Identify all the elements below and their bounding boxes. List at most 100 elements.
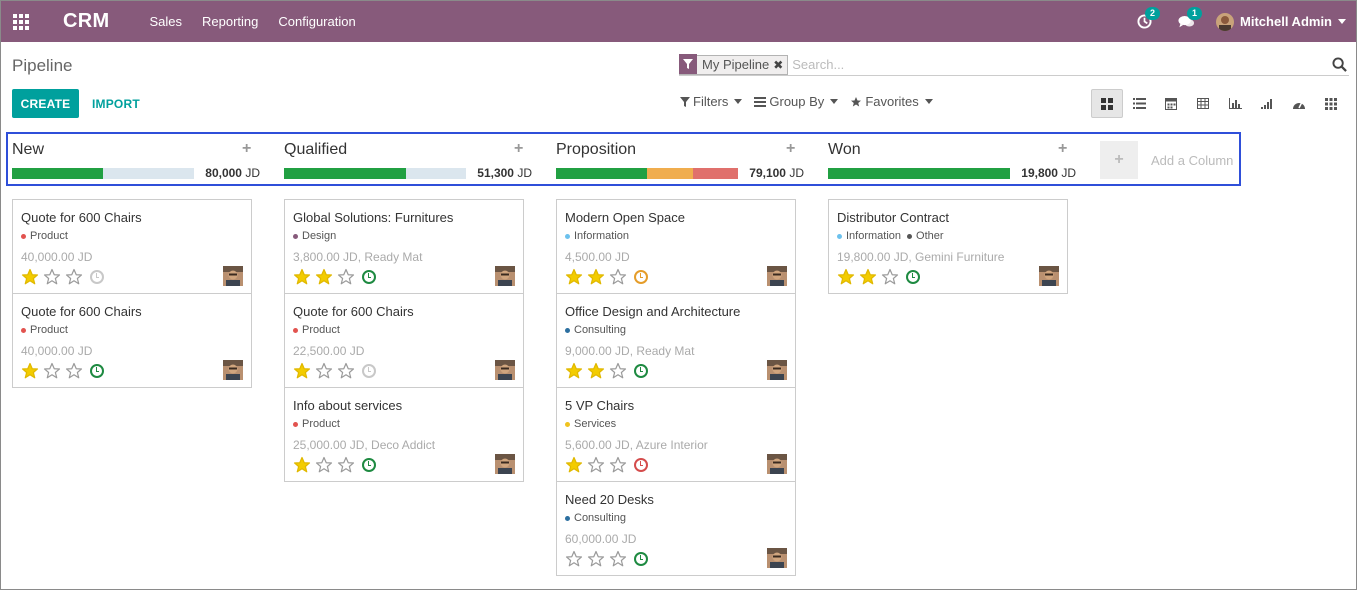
activity-clock-icon[interactable] [362, 458, 376, 472]
column-total-currency: JD [1061, 166, 1076, 180]
card-tags: Information [565, 230, 635, 242]
star-empty-icon[interactable] [43, 362, 61, 380]
progress-segment[interactable] [692, 168, 738, 179]
star-empty-icon[interactable] [315, 362, 333, 380]
star-filled-icon[interactable] [565, 268, 583, 286]
calendar-view-button[interactable] [1155, 89, 1187, 118]
graph-view-button[interactable] [1219, 89, 1251, 118]
quick-create-icon[interactable]: + [1058, 140, 1067, 158]
star-empty-icon[interactable] [65, 362, 83, 380]
menu-sales[interactable]: Sales [149, 14, 182, 29]
progress-segment[interactable] [828, 168, 1010, 179]
card-amount: 22,500.00 JD [293, 344, 365, 358]
avatar [1216, 12, 1235, 31]
column-progress-bar[interactable] [284, 168, 466, 179]
kanban-card[interactable]: Quote for 600 Chairs Product 40,000.00 JD [12, 199, 252, 294]
grid-view-button[interactable] [1315, 89, 1347, 118]
list-view-button[interactable] [1123, 89, 1155, 118]
star-filled-icon[interactable] [315, 268, 333, 286]
star-filled-icon[interactable] [21, 268, 39, 286]
search-input[interactable] [792, 57, 1349, 72]
star-empty-icon[interactable] [881, 268, 899, 286]
star-filled-icon[interactable] [293, 456, 311, 474]
kanban-card[interactable]: 5 VP Chairs Services 5,600.00 JD, Azure In… [556, 387, 796, 482]
facet-remove-icon[interactable]: ✖ [773, 58, 787, 72]
star-empty-icon[interactable] [609, 362, 627, 380]
user-menu[interactable]: Mitchell Admin [1216, 12, 1346, 31]
star-filled-icon[interactable] [587, 268, 605, 286]
star-filled-icon[interactable] [293, 268, 311, 286]
tag: Design [293, 230, 336, 242]
star-empty-icon[interactable] [609, 550, 627, 568]
activity-clock-icon[interactable] [634, 552, 648, 566]
activity-clock-icon[interactable] [906, 270, 920, 284]
column-progress-bar[interactable] [828, 168, 1010, 179]
star-empty-icon[interactable] [609, 268, 627, 286]
star-empty-icon[interactable] [337, 362, 355, 380]
star-filled-icon[interactable] [565, 362, 583, 380]
progress-segment[interactable] [556, 168, 647, 179]
quick-create-icon[interactable]: + [242, 140, 251, 158]
star-filled-icon[interactable] [565, 456, 583, 474]
activity-clock-icon[interactable] [362, 364, 376, 378]
quick-create-icon[interactable]: + [514, 140, 523, 158]
kanban-card[interactable]: Need 20 Desks Consulting 60,000.00 JD [556, 481, 796, 576]
kanban-card[interactable]: Quote for 600 Chairs Product 40,000.00 JD [12, 293, 252, 388]
filters-dropdown[interactable]: Filters [680, 94, 743, 109]
progress-segment[interactable] [12, 168, 103, 179]
cohort-view-button[interactable] [1251, 89, 1283, 118]
messaging-menu-button[interactable]: 1 [1174, 1, 1203, 42]
avatar [767, 266, 787, 286]
star-filled-icon[interactable] [21, 362, 39, 380]
import-button[interactable]: IMPORT [92, 89, 140, 118]
tag-label: Services [574, 418, 617, 430]
star-empty-icon[interactable] [337, 268, 355, 286]
activity-clock-icon[interactable] [634, 270, 648, 284]
add-column-label[interactable]: Add a Column [1151, 153, 1233, 168]
kanban-card[interactable]: Info about services Product 25,000.00 JD, … [284, 387, 524, 482]
activity-clock-icon[interactable] [90, 270, 104, 284]
star-empty-icon[interactable] [587, 550, 605, 568]
star-empty-icon[interactable] [315, 456, 333, 474]
activity-clock-icon[interactable] [634, 458, 648, 472]
favorites-dropdown[interactable]: Favorites [850, 94, 933, 109]
dashboard-view-button[interactable] [1283, 89, 1315, 118]
progress-segment[interactable] [284, 168, 406, 179]
progress-segment[interactable] [647, 168, 693, 179]
star-filled-icon[interactable] [587, 362, 605, 380]
star-filled-icon[interactable] [837, 268, 855, 286]
kanban-card[interactable]: Quote for 600 Chairs Product 22,500.00 JD [284, 293, 524, 388]
search-icon[interactable] [1332, 57, 1347, 77]
star-empty-icon[interactable] [609, 456, 627, 474]
tag-label: Information [846, 230, 902, 242]
kanban-card[interactable]: Modern Open Space Information 4,500.00 JD [556, 199, 796, 294]
kanban-card[interactable]: Distributor Contract Information Other 19,8… [828, 199, 1068, 294]
apps-menu-button[interactable] [1, 1, 41, 42]
star-filled-icon[interactable] [293, 362, 311, 380]
activity-menu-button[interactable]: 2 [1132, 1, 1161, 42]
menu-configuration[interactable]: Configuration [278, 14, 355, 29]
column-progress-bar[interactable] [556, 168, 738, 179]
activity-clock-icon[interactable] [634, 364, 648, 378]
star-empty-icon[interactable] [587, 456, 605, 474]
create-button[interactable]: CREATE [12, 89, 79, 118]
activity-clock-icon[interactable] [90, 364, 104, 378]
groupby-dropdown[interactable]: Group By [754, 94, 839, 109]
star-empty-icon[interactable] [565, 550, 583, 568]
user-name: Mitchell Admin [1240, 14, 1332, 29]
kanban-view-button[interactable] [1091, 89, 1123, 118]
app-brand[interactable]: CRM [63, 10, 109, 33]
menu-reporting[interactable]: Reporting [202, 14, 258, 29]
kanban-card[interactable]: Global Solutions: Furnitures Design 3,800.… [284, 199, 524, 294]
star-empty-icon[interactable] [43, 268, 61, 286]
column-progress-bar[interactable] [12, 168, 194, 179]
star-filled-icon[interactable] [859, 268, 877, 286]
quick-create-icon[interactable]: + [786, 140, 795, 158]
star-empty-icon[interactable] [65, 268, 83, 286]
activity-clock-icon[interactable] [362, 270, 376, 284]
pivot-view-button[interactable] [1187, 89, 1219, 118]
kanban-card[interactable]: Office Design and Architecture Consulting… [556, 293, 796, 388]
card-amount: 25,000.00 JD, Deco Addict [293, 438, 436, 452]
add-column-button[interactable]: + [1100, 141, 1138, 179]
star-empty-icon[interactable] [337, 456, 355, 474]
